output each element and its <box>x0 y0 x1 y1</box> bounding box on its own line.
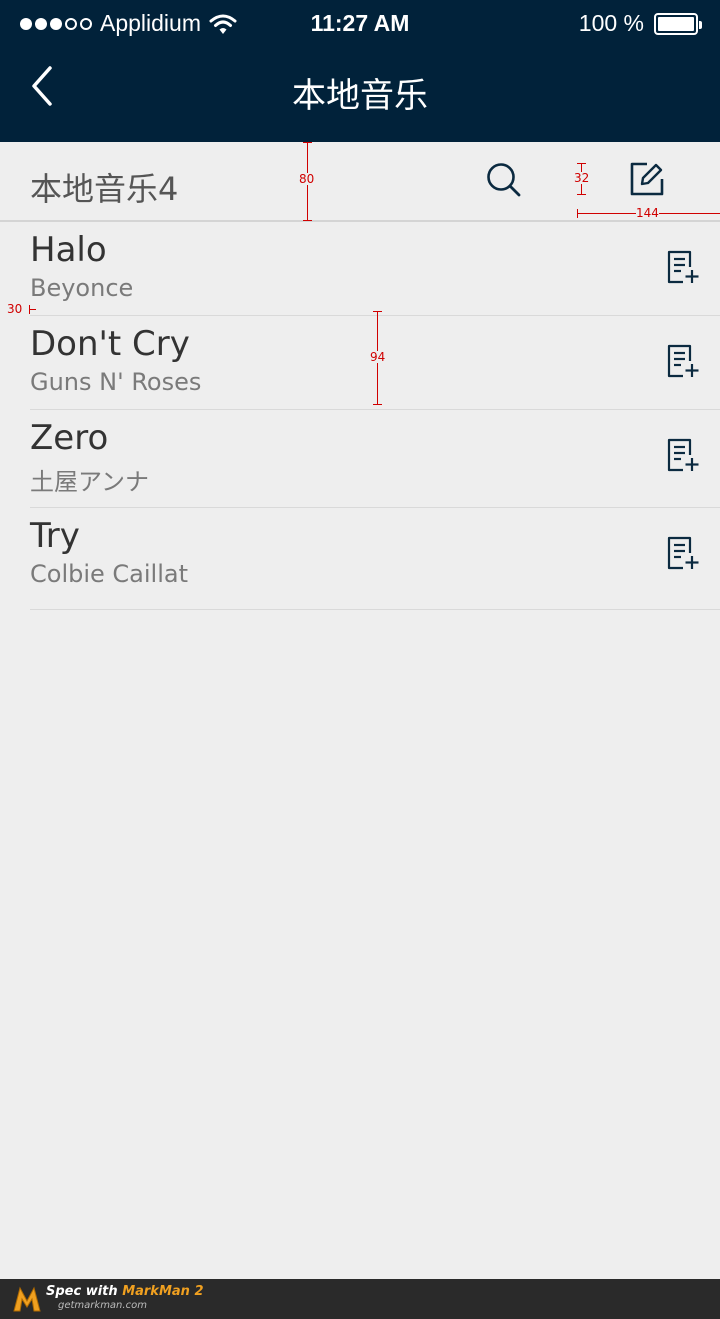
add-to-playlist-icon[interactable] <box>666 344 700 378</box>
markman-url: getmarkman.com <box>58 1300 147 1311</box>
battery-percentage: 100 % <box>578 10 644 36</box>
search-icon[interactable] <box>486 162 522 198</box>
edit-icon[interactable] <box>628 160 666 198</box>
annotation-row-height: 94 <box>370 350 386 364</box>
song-title: Halo <box>30 230 107 270</box>
measure-line-left-margin <box>29 309 36 310</box>
song-artist: Colbie Caillat <box>30 560 188 588</box>
list-title: 本地音乐4 <box>30 170 179 208</box>
song-row[interactable]: Try Colbie Caillat <box>30 508 720 610</box>
song-artist: Beyonce <box>30 274 134 302</box>
top-bar: Applidium 11:27 AM 100 % 本地音乐 <box>0 0 720 142</box>
markman-logo-icon <box>13 1286 41 1312</box>
annotation-icon-size: 32 <box>574 171 590 185</box>
song-title: Try <box>30 516 80 556</box>
add-to-playlist-icon[interactable] <box>666 536 700 570</box>
markman-label: Spec with MarkMan 2 <box>46 1284 204 1299</box>
markman-footer: Spec with MarkMan 2 getmarkman.com <box>0 1279 720 1319</box>
list-header: 本地音乐4 <box>0 142 720 222</box>
status-bar: Applidium 11:27 AM 100 % <box>0 0 720 48</box>
add-to-playlist-icon[interactable] <box>666 438 700 472</box>
song-row[interactable]: Halo Beyonce <box>30 222 720 316</box>
navigation-bar: 本地音乐 <box>0 48 720 142</box>
song-title: Don't Cry <box>30 324 190 364</box>
song-row[interactable]: Zero 土屋アンナ <box>30 410 720 508</box>
song-artist: Guns N' Roses <box>30 368 202 396</box>
annotation-left-margin: 30 <box>7 302 23 316</box>
annotation-icon-spacing: 144 <box>636 206 659 220</box>
add-to-playlist-icon[interactable] <box>666 250 700 284</box>
song-list: Halo Beyonce Don't Cry Guns N' Roses Zer… <box>0 222 720 610</box>
battery-icon <box>654 12 702 35</box>
annotation-header-height: 80 <box>299 172 315 186</box>
song-title: Zero <box>30 418 109 458</box>
page-title: 本地音乐 <box>292 76 428 116</box>
song-artist: 土屋アンナ <box>30 468 150 496</box>
